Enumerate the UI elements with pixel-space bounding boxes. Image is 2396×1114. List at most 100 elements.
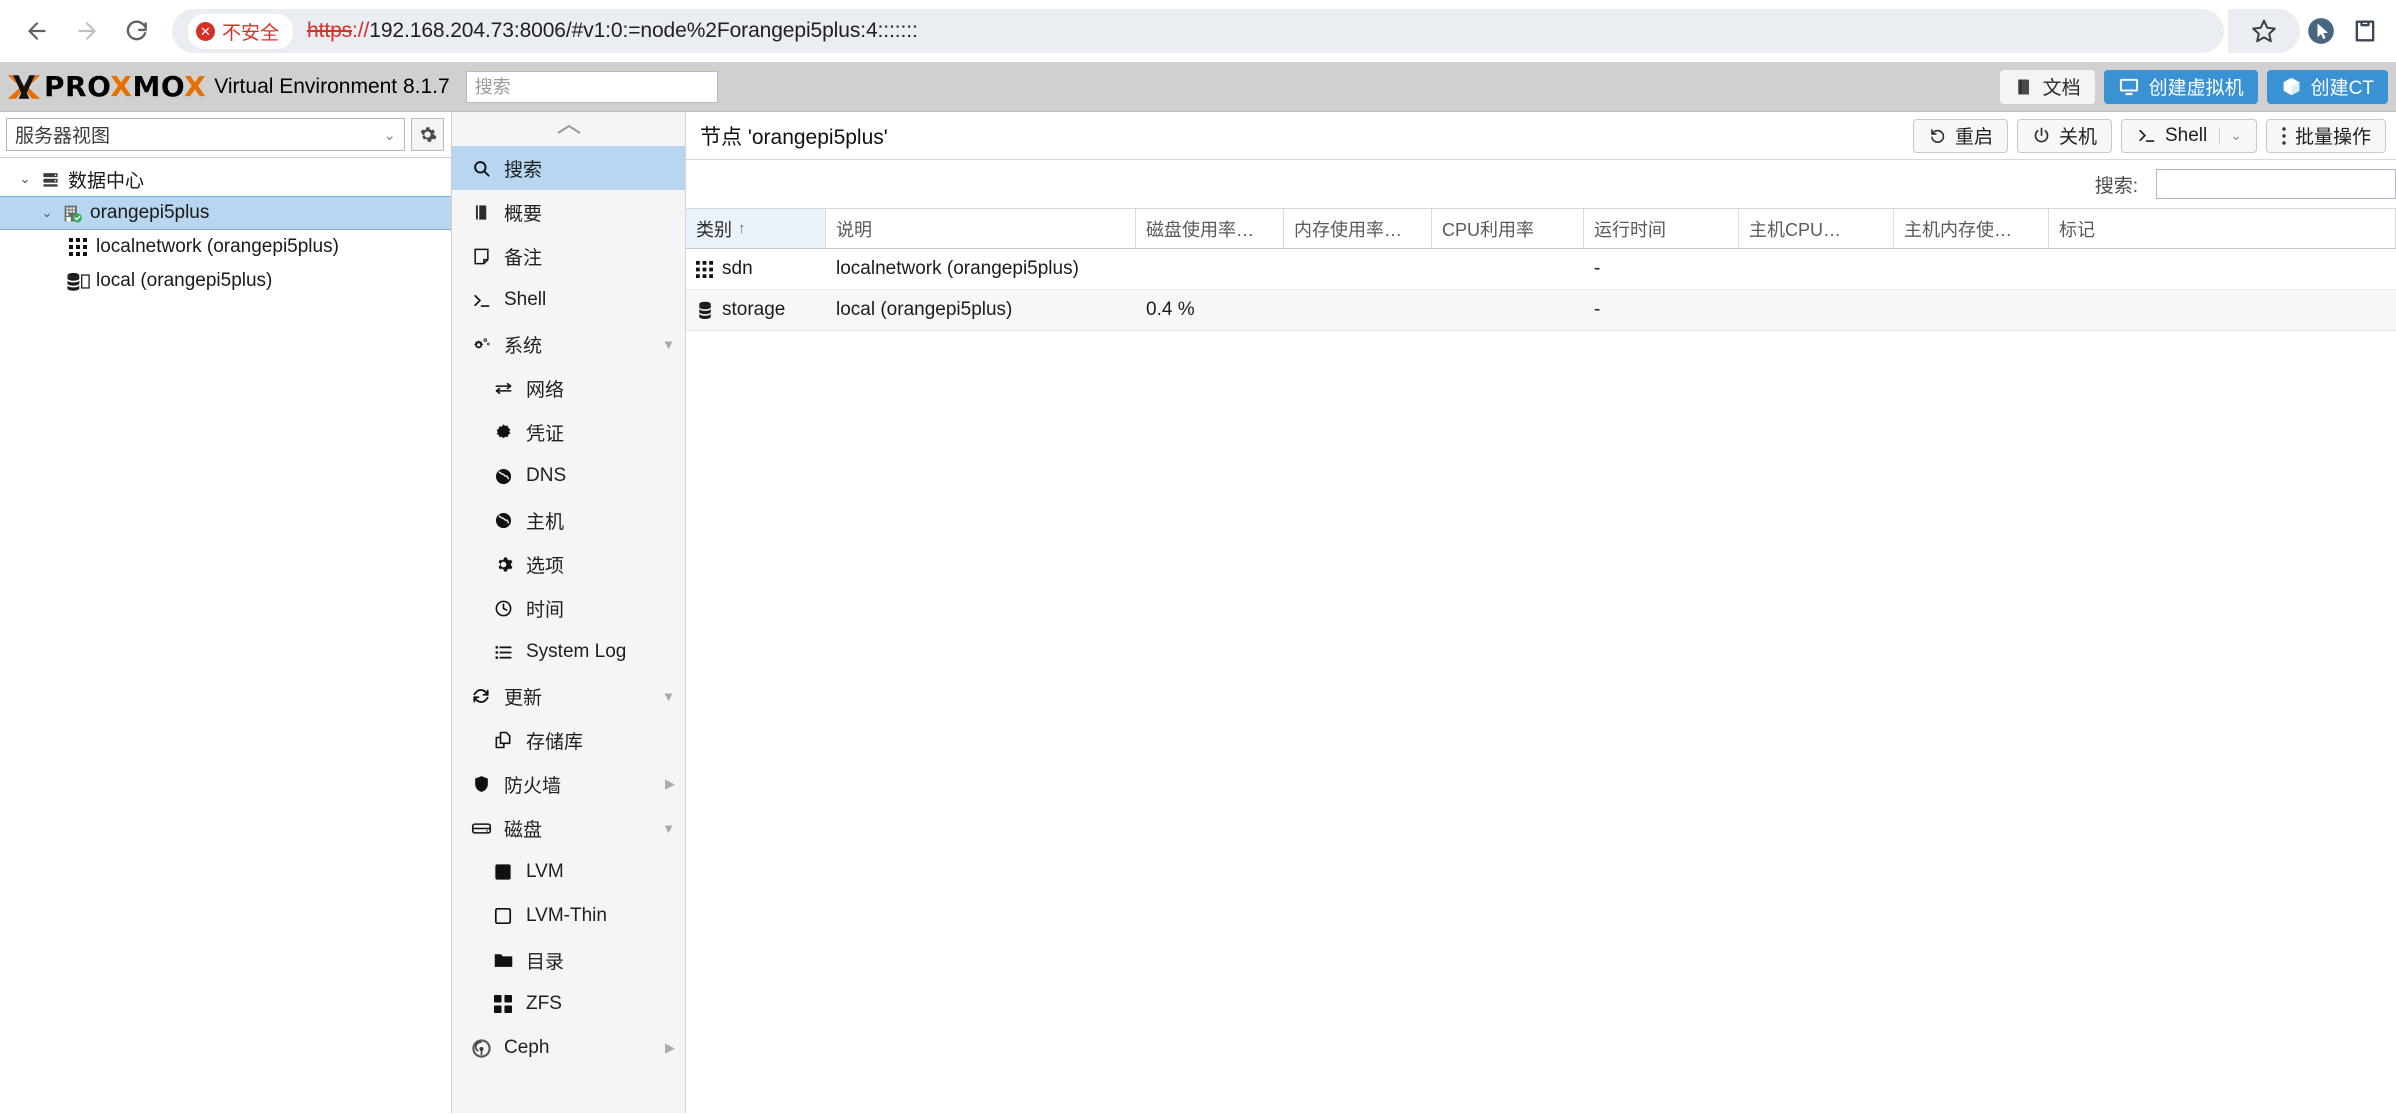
proxmox-logo[interactable]: PROXMOX	[6, 72, 206, 102]
grid-search-input[interactable]	[2156, 169, 2396, 199]
nav-item-label: 主机	[526, 511, 565, 533]
bookmark-button[interactable]	[2228, 9, 2300, 53]
nav-item-time[interactable]: 时间	[452, 586, 685, 630]
book-icon	[2017, 79, 2029, 94]
nav-item-label: 磁盘	[504, 819, 543, 841]
forward-button[interactable]	[64, 8, 110, 54]
certificate-icon	[488, 423, 518, 442]
chevron-down-icon[interactable]: ⌄	[14, 171, 36, 187]
bulk-actions-button[interactable]: 批量操作	[2265, 118, 2386, 153]
tree-item-orangepi5plus[interactable]: ⌄ orangepi5plus	[0, 196, 451, 230]
nav-item-label: 凭证	[526, 423, 565, 445]
nav-item-label: 备注	[504, 247, 543, 269]
nav-item-shell[interactable]: Shell	[452, 278, 685, 322]
create-ct-button[interactable]: 创建CT	[2266, 69, 2388, 104]
documentation-button[interactable]: 文档	[1999, 69, 2095, 104]
back-button[interactable]	[14, 8, 60, 54]
column-header-description[interactable]: 说明	[826, 209, 1136, 248]
global-search-input[interactable]: 搜索	[465, 70, 718, 103]
kebab-icon	[2282, 126, 2286, 145]
column-header-memory-usage[interactable]: 内存使用率…	[1284, 209, 1432, 248]
nav-item-system[interactable]: 系统 ▼	[452, 322, 685, 366]
tree-item-localnetwork[interactable]: localnetwork (orangepi5plus)	[0, 230, 451, 264]
column-header-host-memory[interactable]: 主机内存使…	[1894, 209, 2049, 248]
sdn-grid-icon	[696, 260, 722, 278]
column-header-label: 主机内存使…	[1904, 219, 2012, 240]
nav-item-updates[interactable]: 更新 ▼	[452, 674, 685, 718]
nav-item-system-log[interactable]: System Log	[452, 630, 685, 674]
resource-grid: 类别 ↑ 说明 磁盘使用率… 内存使用率… CPU利用率 运行时间 主机CPU……	[686, 208, 2396, 331]
tree-item-local-storage[interactable]: local (orangepi5plus)	[0, 264, 451, 298]
cell-host-cpu	[1739, 290, 1894, 330]
cell-host-cpu	[1739, 249, 1894, 289]
security-status-chip[interactable]: ✕ 不安全	[188, 13, 294, 49]
column-header-cpu-usage[interactable]: CPU利用率	[1432, 209, 1584, 248]
cell-disk-usage	[1136, 249, 1284, 289]
nav-item-label: 系统	[504, 335, 543, 357]
view-selector[interactable]: 服务器视图 ⌄	[6, 118, 405, 151]
nav-item-label: 防火墙	[504, 775, 562, 797]
terminal-icon	[466, 291, 496, 310]
column-header-uptime[interactable]: 运行时间	[1584, 209, 1739, 248]
datacenter-icon	[36, 170, 64, 189]
resource-tree-panel: 服务器视图 ⌄ ⌄ 数据中心 ⌄ orangepi5plus localnetw…	[0, 112, 452, 1113]
nav-item-network[interactable]: 网络	[452, 366, 685, 410]
shell-button[interactable]: Shell ⌄	[2121, 118, 2257, 153]
shutdown-button[interactable]: 关机	[2016, 118, 2112, 153]
nav-item-directory[interactable]: 目录	[452, 938, 685, 982]
nav-item-repositories[interactable]: 存储库	[452, 718, 685, 762]
cell-tags	[2049, 249, 2396, 289]
nav-item-label: System Log	[526, 641, 627, 662]
grid-search-label: 搜索:	[2094, 175, 2138, 197]
caret-down-icon[interactable]: ▼	[662, 337, 675, 352]
create-ct-button-label: 创建CT	[2310, 78, 2374, 99]
cell-tags	[2049, 290, 2396, 330]
nav-item-hosts[interactable]: 主机	[452, 498, 685, 542]
caret-down-icon[interactable]: ▼	[662, 689, 675, 704]
refresh-icon	[466, 686, 496, 706]
note-icon	[466, 247, 496, 266]
nav-item-label: 更新	[504, 687, 543, 709]
nav-item-firewall[interactable]: 防火墙 ▶	[452, 762, 685, 806]
nav-item-notes[interactable]: 备注	[452, 234, 685, 278]
table-row[interactable]: sdn localnetwork (orangepi5plus) -	[686, 249, 2396, 290]
nav-item-zfs[interactable]: ZFS	[452, 982, 685, 1026]
nav-item-disks[interactable]: 磁盘 ▼	[452, 806, 685, 850]
address-bar[interactable]: ✕ 不安全 https://192.168.204.73:8006/#v1:0:…	[172, 9, 2224, 53]
column-header-type[interactable]: 类别 ↑	[686, 209, 826, 248]
nav-item-options[interactable]: 选项	[452, 542, 685, 586]
nav-item-label: 选项	[526, 555, 565, 577]
nav-item-lvm-thin[interactable]: LVM-Thin	[452, 894, 685, 938]
nav-collapse-toggle[interactable]	[452, 112, 685, 146]
nav-item-certificates[interactable]: 凭证	[452, 410, 685, 454]
caret-right-icon[interactable]: ▶	[665, 776, 675, 792]
caret-right-icon[interactable]: ▶	[665, 1040, 675, 1056]
nav-item-ceph[interactable]: Ceph ▶	[452, 1026, 685, 1070]
column-header-host-cpu[interactable]: 主机CPU…	[1739, 209, 1894, 248]
restart-button[interactable]: 重启	[1912, 118, 2008, 153]
tree-item-datacenter[interactable]: ⌄ 数据中心	[0, 162, 451, 196]
url-rest: 192.168.204.73:8006/#v1:0:=node%2Forange…	[369, 19, 918, 42]
shield-icon	[466, 774, 496, 794]
chevron-down-icon[interactable]: ⌄	[2219, 127, 2242, 144]
nav-item-summary[interactable]: 概要	[452, 190, 685, 234]
page-title: 节点 'orangepi5plus'	[700, 125, 888, 149]
reload-button[interactable]	[114, 8, 160, 54]
clock-icon	[488, 599, 518, 618]
nav-item-search[interactable]: 搜索	[452, 146, 685, 190]
create-vm-button[interactable]: 创建虚拟机	[2103, 69, 2258, 104]
caret-down-icon[interactable]: ▼	[662, 821, 675, 836]
nav-item-dns[interactable]: DNS	[452, 454, 685, 498]
clipboard-extension-icon[interactable]	[2348, 14, 2382, 48]
cursor-extension-icon[interactable]	[2304, 14, 2338, 48]
column-header-tags[interactable]: 标记	[2049, 209, 2396, 248]
table-row[interactable]: storage local (orangepi5plus) 0.4 % -	[686, 290, 2396, 331]
chevron-down-icon: ⌄	[383, 126, 396, 144]
cell-cpu-usage	[1432, 249, 1584, 289]
power-icon	[2034, 127, 2049, 143]
nav-item-lvm[interactable]: LVM	[452, 850, 685, 894]
network-icon	[488, 379, 518, 398]
tree-settings-button[interactable]	[411, 118, 444, 151]
chevron-down-icon[interactable]: ⌄	[36, 205, 58, 221]
column-header-disk-usage[interactable]: 磁盘使用率…	[1136, 209, 1284, 248]
